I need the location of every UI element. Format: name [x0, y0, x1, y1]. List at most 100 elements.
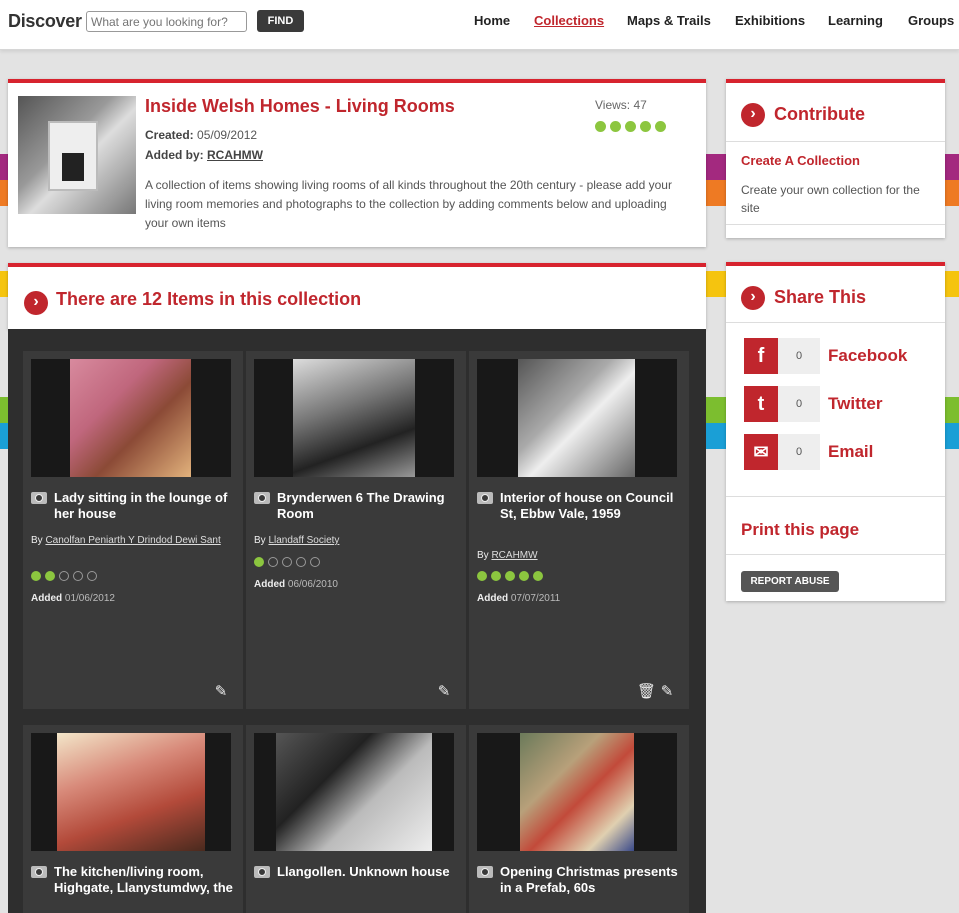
collection-description: A collection of items showing living roo…	[145, 178, 672, 230]
rating-dot-empty[interactable]	[310, 557, 320, 567]
contribute-panel: › Contribute Create A Collection Create …	[726, 79, 945, 238]
rating-dot-filled[interactable]	[640, 121, 651, 132]
item-card[interactable]: Llangollen. Unknown house	[246, 725, 466, 913]
camera-icon	[31, 866, 47, 878]
views-count: Views: 47	[595, 98, 647, 112]
rating-dot-empty[interactable]	[59, 571, 69, 581]
item-title[interactable]: Brynderwen 6 The Drawing Room	[277, 490, 457, 522]
nav-home[interactable]: Home	[474, 13, 510, 28]
item-rating[interactable]	[477, 571, 543, 581]
item-rating[interactable]	[31, 571, 97, 581]
item-image[interactable]	[477, 733, 677, 851]
rating-dot-filled[interactable]	[533, 571, 543, 581]
author-link[interactable]: Canolfan Peniarth Y Drindod Dewi Sant	[45, 535, 220, 546]
nav-collections[interactable]: Collections	[534, 13, 604, 28]
email-icon[interactable]: ✉	[744, 434, 778, 470]
author-link[interactable]: RCAHMW	[491, 550, 537, 561]
facebook-count: 0	[778, 338, 820, 374]
report-abuse-button[interactable]: REPORT ABUSE	[741, 571, 839, 592]
chevron-right-icon: ›	[24, 291, 48, 315]
create-collection-desc: Create your own collection for the site	[741, 183, 920, 215]
item-image[interactable]	[254, 359, 454, 477]
item-title[interactable]: Llangollen. Unknown house	[277, 864, 457, 880]
rating-dot-filled[interactable]	[625, 121, 636, 132]
item-image[interactable]	[31, 359, 231, 477]
item-card[interactable]: Opening Christmas presents in a Prefab, …	[469, 725, 689, 913]
rating-dot-empty[interactable]	[73, 571, 83, 581]
rating-dot-filled[interactable]	[254, 557, 264, 567]
item-image[interactable]	[254, 733, 454, 851]
facebook-link[interactable]: Facebook	[828, 346, 907, 366]
rating-dot-filled[interactable]	[655, 121, 666, 132]
item-author: By RCAHMW	[477, 549, 677, 563]
item-card[interactable]: Interior of house on Council St, Ebbw Va…	[469, 351, 689, 709]
rating-dot-empty[interactable]	[268, 557, 278, 567]
added-by-link[interactable]: RCAHMW	[207, 148, 263, 162]
item-title[interactable]: Lady sitting in the lounge of her house	[54, 490, 234, 522]
nav-groups[interactable]: Groups	[908, 13, 954, 28]
rating-dot-filled[interactable]	[491, 571, 501, 581]
email-link[interactable]: Email	[828, 442, 873, 462]
collection-thumbnail[interactable]	[18, 96, 136, 214]
author-link[interactable]: Llandaff Society	[268, 535, 339, 546]
nav-exhibitions[interactable]: Exhibitions	[735, 13, 805, 28]
divider	[726, 141, 945, 142]
added-by-meta: Added by: RCAHMW	[145, 148, 263, 162]
site-logo[interactable]: Discover	[8, 11, 82, 32]
item-card[interactable]: Brynderwen 6 The Drawing Room By Llandaf…	[246, 351, 466, 709]
camera-icon	[477, 866, 493, 878]
share-panel: › Share This f 0 Facebook t 0 Twitter ✉ …	[726, 262, 945, 601]
camera-icon	[254, 492, 270, 504]
contribute-title: Contribute	[774, 104, 865, 124]
trash-icon[interactable]: 🗑	[637, 683, 656, 701]
item-added: Added 07/07/2011	[477, 593, 560, 604]
divider	[726, 224, 945, 225]
added-date: 07/07/2011	[510, 593, 561, 604]
nav-maps-trails[interactable]: Maps & Trails	[627, 13, 711, 28]
twitter-icon[interactable]: t	[744, 386, 778, 422]
item-title[interactable]: Opening Christmas presents in a Prefab, …	[500, 864, 680, 896]
items-count-title: There are 12 Items in this collection	[56, 289, 362, 309]
item-title[interactable]: The kitchen/living room, Highgate, Llany…	[54, 864, 234, 896]
created-label: Created:	[145, 128, 194, 142]
edit-icon[interactable]: ✎	[212, 683, 230, 701]
rating-dot-empty[interactable]	[296, 557, 306, 567]
divider	[726, 554, 945, 555]
edit-icon[interactable]: ✎	[658, 683, 676, 701]
by-label: By	[477, 550, 489, 561]
divider	[726, 496, 945, 497]
chevron-right-icon: ›	[741, 286, 765, 310]
chevron-right-icon: ›	[741, 103, 765, 127]
item-card[interactable]: Lady sitting in the lounge of her house …	[23, 351, 243, 709]
edit-icon[interactable]: ✎	[435, 683, 453, 701]
twitter-link[interactable]: Twitter	[828, 394, 882, 414]
facebook-icon[interactable]: f	[744, 338, 778, 374]
created-date: 05/09/2012	[197, 128, 258, 142]
item-card[interactable]: The kitchen/living room, Highgate, Llany…	[23, 725, 243, 913]
camera-icon	[254, 866, 270, 878]
rating-dot-filled[interactable]	[505, 571, 515, 581]
rating-dot-filled[interactable]	[45, 571, 55, 581]
print-page-link[interactable]: Print this page	[741, 520, 859, 540]
fireplace-image	[48, 121, 98, 191]
search-input[interactable]	[86, 11, 247, 32]
added-date: 06/06/2010	[287, 579, 338, 590]
rating-dot-empty[interactable]	[87, 571, 97, 581]
rating-dot-filled[interactable]	[610, 121, 621, 132]
share-title: Share This	[774, 287, 867, 307]
item-title[interactable]: Interior of house on Council St, Ebbw Va…	[500, 490, 680, 522]
collection-rating[interactable]	[595, 121, 666, 132]
create-collection-link[interactable]: Create A Collection	[741, 153, 860, 168]
rating-dot-filled[interactable]	[519, 571, 529, 581]
added-date: 01/06/2012	[64, 593, 115, 604]
rating-dot-empty[interactable]	[282, 557, 292, 567]
find-button[interactable]: FIND	[257, 10, 304, 32]
rating-dot-filled[interactable]	[595, 121, 606, 132]
nav-learning[interactable]: Learning	[828, 13, 883, 28]
item-rating[interactable]	[254, 557, 320, 567]
rating-dot-filled[interactable]	[31, 571, 41, 581]
rating-dot-filled[interactable]	[477, 571, 487, 581]
item-image[interactable]	[477, 359, 677, 477]
added-label: Added	[31, 593, 63, 604]
item-image[interactable]	[31, 733, 231, 851]
